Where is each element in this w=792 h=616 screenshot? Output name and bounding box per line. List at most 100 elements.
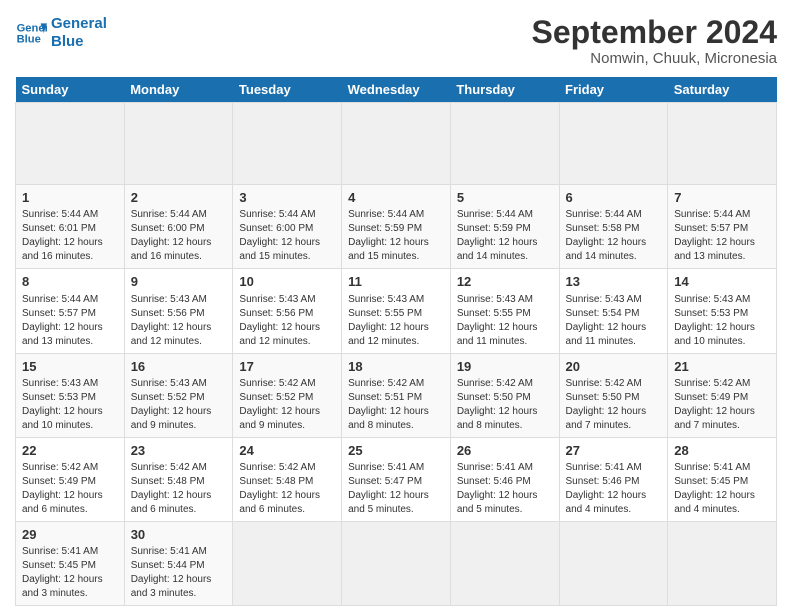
sunset: Sunset: 6:00 PM	[239, 223, 313, 234]
calendar-cell: 6Sunrise: 5:44 AMSunset: 5:58 PMDaylight…	[559, 185, 668, 269]
day-number: 10	[239, 273, 335, 291]
calendar-cell: 2Sunrise: 5:44 AMSunset: 6:00 PMDaylight…	[124, 185, 233, 269]
col-thursday: Thursday	[450, 77, 559, 103]
sunset: Sunset: 5:58 PM	[566, 223, 640, 234]
daylight: Daylight: 12 hours and 3 minutes.	[22, 574, 103, 599]
calendar-cell: 26Sunrise: 5:41 AMSunset: 5:46 PMDayligh…	[450, 437, 559, 521]
calendar-cell	[342, 521, 451, 605]
sunrise: Sunrise: 5:44 AM	[566, 209, 642, 220]
calendar-cell: 20Sunrise: 5:42 AMSunset: 5:50 PMDayligh…	[559, 353, 668, 437]
day-number: 21	[674, 358, 770, 376]
calendar-cell: 23Sunrise: 5:42 AMSunset: 5:48 PMDayligh…	[124, 437, 233, 521]
sunrise: Sunrise: 5:42 AM	[348, 378, 424, 389]
day-number: 18	[348, 358, 444, 376]
calendar-cell: 24Sunrise: 5:42 AMSunset: 5:48 PMDayligh…	[233, 437, 342, 521]
sunrise: Sunrise: 5:42 AM	[674, 378, 750, 389]
calendar-cell	[668, 103, 777, 185]
calendar-cell	[16, 103, 125, 185]
sunrise: Sunrise: 5:43 AM	[131, 378, 207, 389]
calendar-cell: 11 Sunrise: 5:43 AM Sunset: 5:55 PM Dayligh…	[342, 269, 451, 353]
logo-icon: General Blue	[15, 17, 47, 49]
sunset: Sunset: 5:47 PM	[348, 476, 422, 487]
daylight: Daylight: 12 hours and 16 minutes.	[131, 237, 212, 262]
sunset: Sunset: 5:45 PM	[674, 476, 748, 487]
daylight: Daylight: 12 hours and 6 minutes.	[22, 490, 103, 515]
daylight: Daylight: 12 hours and 14 minutes.	[457, 237, 538, 262]
sunset: Sunset: 5:44 PM	[131, 560, 205, 571]
sunset: Sunset: 5:48 PM	[131, 476, 205, 487]
calendar-cell: 15Sunrise: 5:43 AMSunset: 5:53 PMDayligh…	[16, 353, 125, 437]
sunrise: Sunrise: 5:42 AM	[239, 378, 315, 389]
sunset: Sunset: 5:50 PM	[457, 392, 531, 403]
calendar-week-2: 8Sunrise: 5:44 AMSunset: 5:57 PMDaylight…	[16, 269, 777, 353]
daylight: Daylight: 12 hours and 4 minutes.	[674, 490, 755, 515]
col-monday: Monday	[124, 77, 233, 103]
sunset: Sunset: 5:59 PM	[348, 223, 422, 234]
calendar-cell: 12Sunrise: 5:43 AMSunset: 5:55 PMDayligh…	[450, 269, 559, 353]
calendar-container: General Blue General Blue September 2024…	[0, 0, 792, 616]
day-number: 22	[22, 442, 118, 460]
sunset: Sunset: 5:49 PM	[674, 392, 748, 403]
sunset: Sunset: 5:49 PM	[22, 476, 96, 487]
sunset: Sunset: 5:55 PM	[348, 308, 422, 319]
day-number: 15	[22, 358, 118, 376]
sunrise: Sunrise: 5:44 AM	[457, 209, 533, 220]
svg-text:Blue: Blue	[17, 34, 41, 46]
sunset: Sunset: 5:48 PM	[239, 476, 313, 487]
sunset: Sunset: 5:46 PM	[457, 476, 531, 487]
day-number: 30	[131, 526, 227, 544]
sunrise: Sunrise: 5:41 AM	[131, 546, 207, 557]
daylight: Daylight: 12 hours and 6 minutes.	[131, 490, 212, 515]
calendar-cell: 22 Sunrise: 5:42 AM Sunset: 5:49 PM Dayligh…	[16, 437, 125, 521]
calendar-week-1: 1Sunrise: 5:44 AMSunset: 6:01 PMDaylight…	[16, 185, 777, 269]
day-number: 13	[566, 273, 662, 291]
sunset: Sunset: 5:46 PM	[566, 476, 640, 487]
calendar-cell	[668, 521, 777, 605]
daylight: Daylight: 12 hours and 9 minutes.	[239, 406, 320, 431]
day-number: 7	[674, 189, 770, 207]
day-number: 9	[131, 273, 227, 291]
logo-text: General	[51, 15, 107, 33]
daylight: Daylight: 12 hours and 7 minutes.	[674, 406, 755, 431]
daylight: Daylight: 12 hours and 10 minutes.	[22, 406, 103, 431]
col-saturday: Saturday	[668, 77, 777, 103]
daylight: Daylight: 12 hours and 8 minutes.	[457, 406, 538, 431]
sunrise: Sunrise: 5:43 AM	[457, 294, 533, 305]
calendar-cell	[233, 521, 342, 605]
daylight: Daylight: 12 hours and 5 minutes.	[348, 490, 429, 515]
calendar-cell: 5Sunrise: 5:44 AMSunset: 5:59 PMDaylight…	[450, 185, 559, 269]
daylight: Daylight: 12 hours and 3 minutes.	[131, 574, 212, 599]
calendar-cell: 9Sunrise: 5:43 AMSunset: 5:56 PMDaylight…	[124, 269, 233, 353]
sunset: Sunset: 6:01 PM	[22, 223, 96, 234]
daylight: Daylight: 12 hours and 11 minutes.	[566, 322, 647, 347]
col-tuesday: Tuesday	[233, 77, 342, 103]
calendar-cell	[450, 103, 559, 185]
sunrise: Sunrise: 5:41 AM	[22, 546, 98, 557]
calendar-cell: 13Sunrise: 5:43 AMSunset: 5:54 PMDayligh…	[559, 269, 668, 353]
daylight: Daylight: 12 hours and 13 minutes.	[674, 237, 755, 262]
sunrise: Sunrise: 5:41 AM	[457, 462, 533, 473]
calendar-week-0	[16, 103, 777, 185]
daylight: Daylight: 12 hours and 9 minutes.	[131, 406, 212, 431]
calendar-cell	[559, 521, 668, 605]
sunset: Sunset: 5:51 PM	[348, 392, 422, 403]
sunrise: Sunrise: 5:41 AM	[348, 462, 424, 473]
day-number: 28	[674, 442, 770, 460]
sunset: Sunset: 5:52 PM	[239, 392, 313, 403]
sunrise: Sunrise: 5:43 AM	[239, 294, 315, 305]
sunset: Sunset: 5:57 PM	[674, 223, 748, 234]
day-number: 11	[348, 273, 444, 291]
day-number: 19	[457, 358, 553, 376]
sunrise: Sunrise: 5:44 AM	[674, 209, 750, 220]
month-title: September 2024	[532, 15, 777, 50]
day-number: 2	[131, 189, 227, 207]
daylight: Daylight: 12 hours and 12 minutes.	[348, 322, 429, 347]
col-wednesday: Wednesday	[342, 77, 451, 103]
sunrise: Sunrise: 5:41 AM	[566, 462, 642, 473]
sunrise: Sunrise: 5:43 AM	[348, 294, 424, 305]
sunrise: Sunrise: 5:42 AM	[22, 462, 98, 473]
daylight: Daylight: 12 hours and 15 minutes.	[239, 237, 320, 262]
daylight: Daylight: 12 hours and 12 minutes.	[239, 322, 320, 347]
calendar-cell: 1Sunrise: 5:44 AMSunset: 6:01 PMDaylight…	[16, 185, 125, 269]
sunrise: Sunrise: 5:44 AM	[22, 294, 98, 305]
